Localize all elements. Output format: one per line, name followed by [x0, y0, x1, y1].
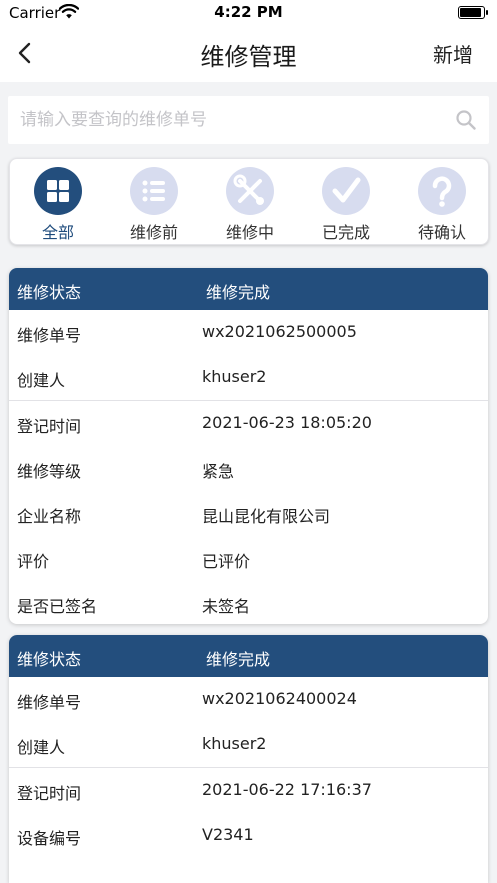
grid-icon — [34, 167, 82, 215]
field-label: 维修状态 — [17, 283, 82, 302]
filter-tab-pending-confirmation[interactable]: 待确认 — [394, 159, 490, 246]
question-icon — [418, 167, 466, 215]
field-label: 维修单号 — [17, 326, 82, 345]
status-value: 维修完成 — [206, 283, 271, 302]
field-row: 是否已签名 未签名 — [9, 581, 488, 624]
field-label: 维修单号 — [17, 693, 82, 712]
field-row: 登记时间 2021-06-23 18:05:20 — [9, 401, 488, 446]
field-value: 昆山昆化有限公司 — [202, 507, 331, 526]
field-value: khuser2 — [202, 734, 267, 753]
filter-tab-label: 维修中 — [225, 223, 274, 242]
field-value: 未签名 — [202, 597, 251, 616]
field-value: V2341 — [202, 825, 254, 844]
field-label: 登记时间 — [17, 417, 82, 436]
status-value: 维修完成 — [206, 650, 271, 669]
filter-tab-label: 维修前 — [129, 223, 178, 242]
field-row: 创建人 khuser2 — [9, 722, 488, 767]
status-time: 4:22 PM — [214, 3, 283, 21]
field-label: 维修等级 — [17, 462, 82, 481]
search-input[interactable] — [20, 96, 440, 144]
field-value: 已评价 — [202, 552, 251, 571]
field-row: 评价 已评价 — [9, 536, 488, 581]
field-label: 是否已签名 — [17, 597, 98, 616]
filter-tab-in-repair[interactable]: 维修中 — [202, 159, 298, 246]
field-label: 设备编号 — [17, 829, 82, 848]
field-value: 紧急 — [202, 462, 235, 481]
add-button[interactable]: 新增 — [433, 39, 473, 68]
filter-tab-all[interactable]: 全部 — [10, 159, 106, 246]
field-label: 创建人 — [17, 738, 66, 757]
field-label: 创建人 — [17, 371, 66, 390]
filter-tab-completed[interactable]: 已完成 — [298, 159, 394, 246]
field-label: 企业名称 — [17, 507, 82, 526]
card-header: 维修状态 维修完成 — [9, 268, 488, 310]
filter-tab-label: 全部 — [41, 223, 74, 242]
field-value: wx2021062400024 — [202, 689, 357, 708]
field-value: 2021-06-22 17:16:37 — [202, 780, 372, 799]
card-header: 维修状态 维修完成 — [9, 635, 488, 677]
repair-record-card[interactable]: 维修状态 维修完成 维修单号 wx2021062500005 创建人 khuse… — [9, 268, 488, 624]
navigation-bar: 维修管理 新增 — [0, 26, 497, 82]
search-bar — [8, 96, 489, 144]
page-title: 维修管理 — [200, 43, 297, 71]
field-row: 维修单号 wx2021062500005 — [9, 310, 488, 355]
status-filter-bar: 全部 维修前 维修中 已完成 待确认 — [9, 158, 489, 245]
field-value: 2021-06-23 18:05:20 — [202, 413, 372, 432]
field-label: 登记时间 — [17, 784, 82, 803]
field-row: 创建人 khuser2 — [9, 355, 488, 400]
field-label: 评价 — [17, 552, 50, 571]
status-bar: Carrier 4:22 PM — [0, 0, 497, 26]
field-row: 维修等级 紧急 — [9, 446, 488, 491]
field-row: 维修单号 wx2021062400024 — [9, 677, 488, 722]
filter-tab-before-repair[interactable]: 维修前 — [106, 159, 202, 246]
checkmark-icon — [322, 167, 370, 215]
list-icon — [130, 167, 178, 215]
filter-tab-label: 已完成 — [321, 223, 370, 242]
battery-icon — [458, 6, 488, 19]
filter-tab-label: 待确认 — [417, 223, 466, 242]
field-value: khuser2 — [202, 367, 267, 386]
field-label: 维修状态 — [17, 650, 82, 669]
wrench-screwdriver-icon — [226, 167, 274, 215]
field-row: 企业名称 昆山昆化有限公司 — [9, 491, 488, 536]
field-row: 登记时间 2021-06-22 17:16:37 — [9, 768, 488, 813]
search-icon[interactable] — [455, 109, 477, 131]
repair-record-card[interactable]: 维修状态 维修完成 维修单号 wx2021062400024 创建人 khuse… — [9, 635, 488, 883]
field-value: wx2021062500005 — [202, 322, 357, 341]
field-row: 设备编号 V2341 — [9, 813, 488, 858]
